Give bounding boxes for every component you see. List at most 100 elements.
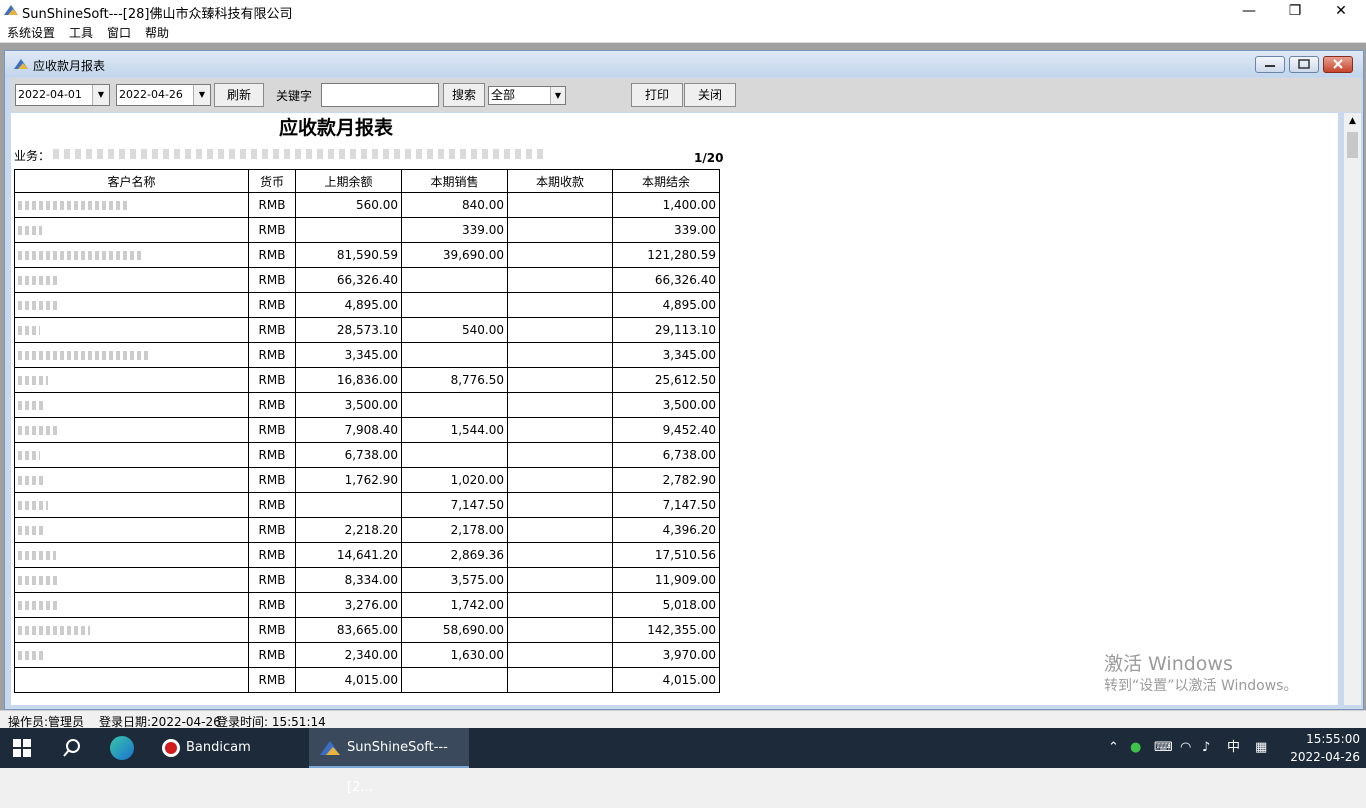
cell-balance: 339.00 (612, 217, 720, 243)
cell-prev-balance: 1,762.90 (295, 467, 402, 493)
redacted-text (18, 226, 42, 235)
cell-received (507, 617, 613, 643)
table-row: RMB 339.00 339.00 (14, 217, 720, 243)
scroll-up-icon[interactable]: ▲ (1344, 113, 1361, 130)
close-report-button[interactable]: 关闭 (684, 83, 736, 107)
scroll-thumb[interactable] (1347, 132, 1358, 158)
cell-prev-balance: 81,590.59 (295, 242, 402, 268)
search-button[interactable]: 搜索 (443, 83, 485, 107)
ime-chinese-indicator[interactable]: 中 (1227, 728, 1240, 768)
table-row: RMB 8,334.00 3,575.00 11,909.00 (14, 567, 720, 593)
cell-customer-redacted (14, 242, 249, 268)
menu-help[interactable]: 帮助 (145, 24, 169, 41)
cell-balance: 3,345.00 (612, 342, 720, 368)
ime-grid-icon[interactable]: ▦ (1255, 728, 1267, 768)
cell-customer-redacted (14, 517, 249, 543)
volume-icon[interactable]: ♪ (1202, 728, 1210, 768)
restore-button[interactable]: ❐ (1272, 0, 1318, 22)
cell-sales: 8,776.50 (401, 367, 508, 393)
child-close-button[interactable] (1323, 56, 1353, 73)
chevron-down-icon[interactable]: ▼ (550, 87, 565, 104)
chevron-down-icon[interactable]: ▼ (193, 85, 210, 105)
cell-currency: RMB (248, 442, 296, 468)
ime-mode-icon[interactable]: ⌨ (1154, 728, 1173, 768)
cell-received (507, 267, 613, 293)
page-indicator: 1/20 (694, 151, 724, 165)
report-canvas[interactable]: 应收款月报表 业务： 1/20 客户名称 货币 上期余额 本期销售 本期收款 本… (11, 113, 1338, 705)
network-icon[interactable]: ◠ (1180, 728, 1191, 768)
cell-balance: 17,510.56 (612, 542, 720, 568)
cell-balance: 3,970.00 (612, 642, 720, 668)
cell-received (507, 667, 613, 693)
menu-system-settings[interactable]: 系统设置 (7, 24, 55, 41)
minimize-button[interactable]: — (1226, 0, 1272, 22)
report-window-icon (14, 59, 28, 69)
cell-sales: 1,544.00 (401, 417, 508, 443)
windows-start-icon[interactable] (12, 738, 32, 758)
cell-sales (401, 667, 508, 693)
cell-received (507, 517, 613, 543)
close-button[interactable]: ✕ (1318, 0, 1364, 22)
cell-balance: 7,147.50 (612, 492, 720, 518)
cell-prev-balance: 28,573.10 (295, 317, 402, 343)
end-date-picker[interactable]: 2022-04-26 ▼ (116, 84, 211, 106)
filter-value: 全部 (491, 88, 516, 102)
restore-icon (1298, 59, 1310, 69)
table-row: RMB 83,665.00 58,690.00 142,355.00 (14, 617, 720, 643)
cell-sales (401, 442, 508, 468)
cell-customer-redacted (14, 592, 249, 618)
filter-select[interactable]: 全部 ▼ (488, 86, 566, 105)
cell-received (507, 367, 613, 393)
search-icon[interactable] (62, 738, 82, 758)
cell-customer-redacted (14, 192, 249, 218)
redacted-text (18, 351, 148, 360)
activate-windows-watermark: 激活 Windows (1104, 653, 1233, 675)
redacted-text (18, 376, 48, 385)
wechat-icon[interactable]: ● (1130, 728, 1141, 768)
taskbar-bandicam[interactable]: Bandicam (153, 728, 303, 768)
vertical-scrollbar[interactable]: ▲ (1344, 113, 1361, 705)
tray-chevron-up-icon[interactable]: ⌃ (1108, 728, 1119, 768)
child-restore-button[interactable] (1289, 56, 1319, 73)
table-row: RMB 3,500.00 3,500.00 (14, 392, 720, 418)
child-minimize-button[interactable] (1255, 56, 1285, 73)
app-logo-icon (4, 5, 18, 15)
edge-browser-icon[interactable] (110, 736, 134, 760)
bandicam-record-icon (162, 739, 180, 757)
report-toolbar: 2022-04-01 ▼ 2022-04-26 ▼ 刷新 关键字 搜索 全部 ▼… (11, 78, 1361, 112)
redacted-text (18, 476, 46, 485)
menu-tools[interactable]: 工具 (69, 24, 93, 41)
child-window-title: 应收款月报表 (33, 59, 106, 73)
header-prev-balance: 上期余额 (295, 169, 402, 193)
cell-balance: 142,355.00 (612, 617, 720, 643)
cell-prev-balance: 3,500.00 (295, 392, 402, 418)
cell-prev-balance: 2,340.00 (295, 642, 402, 668)
keyword-label: 关键字 (276, 89, 313, 103)
menu-window[interactable]: 窗口 (107, 24, 131, 41)
windows-taskbar: Bandicam SunShineSoft---[2... ⌃ ● ⌨ ◠ ♪ … (0, 728, 1366, 795)
redacted-text (18, 576, 58, 585)
keyword-input[interactable] (321, 83, 439, 107)
cell-balance: 3,500.00 (612, 392, 720, 418)
cell-balance: 6,738.00 (612, 442, 720, 468)
taskbar-clock[interactable]: 15:55:00 2022-04-26 (1284, 730, 1360, 766)
redacted-text (18, 551, 56, 560)
cell-customer-redacted (14, 367, 249, 393)
redacted-text (18, 251, 143, 260)
cell-currency: RMB (248, 592, 296, 618)
refresh-button[interactable]: 刷新 (214, 83, 264, 107)
cell-sales (401, 292, 508, 318)
taskbar-sunshinesoft[interactable]: SunShineSoft---[2... (309, 728, 469, 795)
cell-balance: 121,280.59 (612, 242, 720, 268)
cell-sales (401, 392, 508, 418)
cell-currency: RMB (248, 392, 296, 418)
chevron-down-icon[interactable]: ▼ (92, 85, 109, 105)
window-title: SunShineSoft---[28]佛山市众臻科技有限公司 (22, 7, 293, 22)
minimize-icon (1265, 65, 1275, 67)
start-date-picker[interactable]: 2022-04-01 ▼ (15, 84, 110, 106)
redacted-text (18, 601, 58, 610)
print-button[interactable]: 打印 (631, 83, 683, 107)
cell-sales: 7,147.50 (401, 492, 508, 518)
redacted-text (18, 401, 46, 410)
cell-currency: RMB (248, 517, 296, 543)
